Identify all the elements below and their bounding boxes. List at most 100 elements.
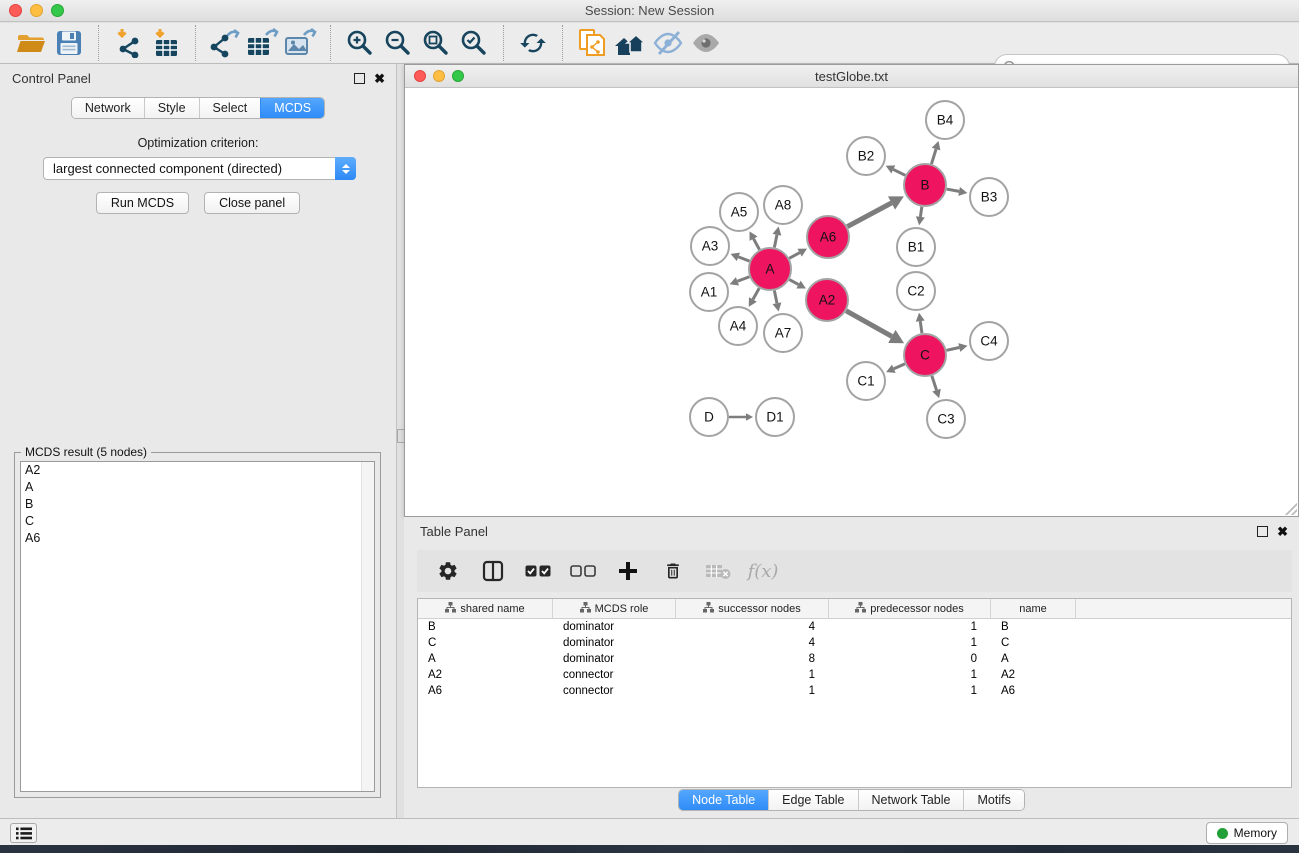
- node-A7[interactable]: A7: [764, 314, 802, 352]
- edge-C-C3[interactable]: [932, 376, 941, 398]
- node-B3[interactable]: B3: [970, 178, 1008, 216]
- table-cell[interactable]: 4: [676, 635, 829, 651]
- table-cell[interactable]: A2: [991, 667, 1076, 683]
- criterion-dropdown[interactable]: largest connected component (directed): [43, 157, 356, 180]
- result-item[interactable]: A: [21, 479, 374, 496]
- new-network-from-selection-icon[interactable]: [573, 25, 611, 61]
- tab-motifs[interactable]: Motifs: [963, 790, 1023, 810]
- table-cell[interactable]: A: [418, 651, 553, 667]
- edge-C-C2[interactable]: [916, 313, 925, 333]
- hide-selected-icon[interactable]: [649, 25, 687, 61]
- table-cell[interactable]: 4: [676, 619, 829, 635]
- table-cell[interactable]: 1: [829, 667, 991, 683]
- network-resize-grip[interactable]: [1285, 503, 1297, 515]
- node-A4[interactable]: A4: [719, 307, 757, 345]
- float-table-panel-icon[interactable]: [1257, 526, 1268, 537]
- table-cell[interactable]: 0: [829, 651, 991, 667]
- network-canvas[interactable]: B4B2BB3A8A5A6A3B1AA1C2A2A4A7C4CC1C3DD1: [405, 88, 1298, 516]
- zoom-fit-icon[interactable]: [417, 25, 455, 61]
- node-A8[interactable]: A8: [764, 186, 802, 224]
- table-cell[interactable]: connector: [553, 667, 676, 683]
- table-cell[interactable]: A: [991, 651, 1076, 667]
- show-all-icon[interactable]: [687, 25, 725, 61]
- result-item[interactable]: A6: [21, 530, 374, 547]
- column-header-name[interactable]: name: [991, 599, 1076, 619]
- node-A2[interactable]: A2: [806, 279, 848, 321]
- edge-A-A2[interactable]: [789, 280, 806, 289]
- tab-network[interactable]: Network: [72, 98, 144, 118]
- float-panel-icon[interactable]: [354, 73, 365, 84]
- edge-D-D1[interactable]: [729, 413, 753, 421]
- table-cell[interactable]: 8: [676, 651, 829, 667]
- table-row[interactable]: Bdominator41B: [418, 619, 1291, 635]
- node-C1[interactable]: C1: [847, 362, 885, 400]
- node-A[interactable]: A: [749, 248, 791, 290]
- edge-A-A5[interactable]: [750, 231, 760, 249]
- edge-A-A7[interactable]: [773, 291, 782, 312]
- table-cell[interactable]: A2: [418, 667, 553, 683]
- node-A3[interactable]: A3: [691, 227, 729, 265]
- node-B4[interactable]: B4: [926, 101, 964, 139]
- table-row[interactable]: A6connector11A6: [418, 683, 1291, 699]
- delete-table-icon[interactable]: [703, 556, 733, 586]
- result-scrollbar[interactable]: [361, 462, 374, 791]
- edge-A-A1[interactable]: [730, 277, 750, 286]
- zoom-out-icon[interactable]: [379, 25, 417, 61]
- export-table-icon[interactable]: [244, 25, 282, 61]
- save-session-icon[interactable]: [50, 25, 88, 61]
- node-C2[interactable]: C2: [897, 272, 935, 310]
- table-cell[interactable]: A6: [991, 683, 1076, 699]
- edge-B-B3[interactable]: [947, 187, 968, 196]
- delete-row-icon[interactable]: [658, 556, 688, 586]
- table-row[interactable]: A2connector11A2: [418, 667, 1291, 683]
- open-session-icon[interactable]: [12, 25, 50, 61]
- table-cell[interactable]: C: [991, 635, 1076, 651]
- network-window-titlebar[interactable]: testGlobe.txt: [405, 65, 1298, 88]
- table-cell[interactable]: 1: [676, 683, 829, 699]
- column-header-successor-nodes[interactable]: successor nodes: [676, 599, 829, 619]
- edge-B-B2[interactable]: [886, 165, 906, 175]
- show-column-icon[interactable]: [478, 556, 508, 586]
- table-cell[interactable]: dominator: [553, 651, 676, 667]
- node-D[interactable]: D: [690, 398, 728, 436]
- result-item[interactable]: A2: [21, 462, 374, 479]
- edge-B-B1[interactable]: [916, 207, 925, 225]
- first-neighbors-icon[interactable]: [611, 25, 649, 61]
- tab-mcds[interactable]: MCDS: [260, 98, 324, 118]
- column-header-shared-name[interactable]: shared name: [418, 599, 553, 619]
- node-A6[interactable]: A6: [807, 216, 849, 258]
- node-A1[interactable]: A1: [690, 273, 728, 311]
- close-panel-button[interactable]: Close panel: [204, 192, 300, 214]
- node-B1[interactable]: B1: [897, 228, 935, 266]
- result-item[interactable]: B: [21, 496, 374, 513]
- tab-network-table[interactable]: Network Table: [858, 790, 964, 810]
- table-cell[interactable]: connector: [553, 683, 676, 699]
- export-network-icon[interactable]: [206, 25, 244, 61]
- column-header-predecessor-nodes[interactable]: predecessor nodes: [829, 599, 991, 619]
- mcds-result-list[interactable]: A2ABCA6: [20, 461, 375, 792]
- task-history-button[interactable]: [10, 823, 37, 843]
- memory-button[interactable]: Memory: [1206, 822, 1288, 844]
- node-C4[interactable]: C4: [970, 322, 1008, 360]
- tab-node-table[interactable]: Node Table: [679, 790, 768, 810]
- edge-A6-B[interactable]: [847, 196, 903, 226]
- add-row-icon[interactable]: [613, 556, 643, 586]
- table-cell[interactable]: 1: [829, 635, 991, 651]
- import-table-icon[interactable]: [147, 25, 185, 61]
- edge-A-A4[interactable]: [749, 288, 759, 307]
- close-table-panel-icon[interactable]: ✖: [1277, 524, 1288, 540]
- node-C[interactable]: C: [904, 334, 946, 376]
- tab-select[interactable]: Select: [199, 98, 261, 118]
- table-cell[interactable]: 1: [676, 667, 829, 683]
- table-settings-icon[interactable]: [433, 556, 463, 586]
- table-cell[interactable]: B: [991, 619, 1076, 635]
- apply-function-icon[interactable]: f(x): [748, 556, 778, 586]
- node-B2[interactable]: B2: [847, 137, 885, 175]
- edge-A-A6[interactable]: [789, 249, 807, 259]
- refresh-view-icon[interactable]: [514, 25, 552, 61]
- tab-edge-table[interactable]: Edge Table: [768, 790, 857, 810]
- run-mcds-button[interactable]: Run MCDS: [96, 192, 189, 214]
- zoom-selected-icon[interactable]: [455, 25, 493, 61]
- result-item[interactable]: C: [21, 513, 374, 530]
- edge-C-C4[interactable]: [946, 343, 967, 352]
